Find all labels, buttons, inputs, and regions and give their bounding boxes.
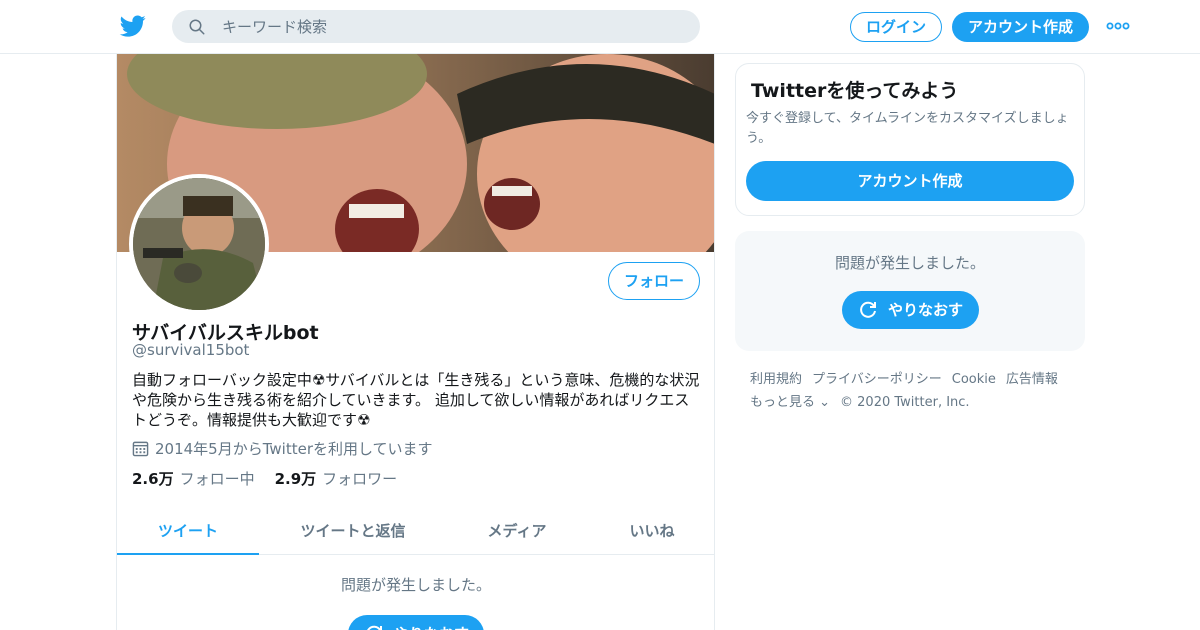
- join-date: 2014年5月からTwitterを利用しています: [132, 438, 433, 459]
- following-count: 2.6万: [132, 470, 174, 488]
- tab-tweets[interactable]: ツイート: [117, 508, 259, 555]
- login-button[interactable]: ログイン: [850, 12, 942, 42]
- profile-handle[interactable]: @survival15bot: [132, 341, 249, 359]
- tab-likes[interactable]: いいね: [597, 508, 707, 555]
- profile-bio: 自動フォローバック設定中☢サバイバルとは「生き残る」という意味、危機的な状況や危…: [132, 371, 700, 429]
- tab-tweets-and-replies[interactable]: ツイートと返信: [275, 508, 431, 555]
- signup-card: Twitterを使ってみよう 今すぐ登録して、タイムラインをカスタマイズしましょ…: [735, 63, 1085, 216]
- following-label: フォロー中: [179, 470, 255, 488]
- signup-card-description: 今すぐ登録して、タイムラインをカスタマイズしましょう。: [746, 111, 1069, 146]
- refresh-icon: [367, 625, 382, 630]
- followers-stat[interactable]: 2.9万 フォロワー: [275, 470, 398, 488]
- followers-label: フォロワー: [322, 470, 398, 488]
- profile-column: フォロー サバイバルスキルbot @survival15bot 自動フォローバッ…: [116, 54, 715, 630]
- footer-link-privacy[interactable]: プライバシーポリシー: [812, 372, 942, 387]
- profile-tabs: ツイート ツイートと返信 メディア いいね: [117, 508, 714, 555]
- signup-card-button[interactable]: アカウント作成: [746, 161, 1074, 201]
- footer-link-ads[interactable]: 広告情報: [1006, 372, 1058, 387]
- signup-button[interactable]: アカウント作成: [952, 12, 1089, 42]
- more-options-icon[interactable]: [1106, 16, 1130, 36]
- sidebar-retry-label: やりなおす: [888, 301, 964, 319]
- search-input[interactable]: [222, 10, 682, 43]
- profile-avatar[interactable]: [129, 174, 269, 314]
- top-navigation-bar: ログイン アカウント作成: [0, 0, 1200, 54]
- sidebar-retry-button[interactable]: やりなおす: [842, 291, 979, 329]
- following-stat[interactable]: 2.6万 フォロー中: [132, 470, 255, 488]
- timeline-retry-label: やりなおす: [394, 615, 469, 630]
- profile-stats: 2.6万 フォロー中 2.9万 フォロワー: [132, 468, 397, 489]
- signup-card-title: Twitterを使ってみよう: [751, 80, 959, 102]
- footer-links: 利用規約 プライバシーポリシー Cookie 広告情報もっと見る ⌄ © 2020 Tw…: [750, 368, 1080, 414]
- sidebar-error-message: 問題が発生しました。: [834, 254, 985, 272]
- join-date-text: 2014年5月からTwitterを利用しています: [155, 440, 433, 458]
- sidebar-error-card: 問題が発生しました。 やりなおす: [735, 231, 1085, 351]
- calendar-icon: [132, 441, 149, 457]
- footer-more-link[interactable]: もっと見る ⌄: [750, 395, 830, 410]
- tab-media[interactable]: メディア: [457, 508, 577, 555]
- avatar-image: [133, 178, 265, 310]
- follow-button[interactable]: フォロー: [608, 262, 700, 300]
- refresh-icon: [860, 301, 876, 318]
- footer-copyright: © 2020 Twitter, Inc.: [840, 395, 970, 410]
- search-box[interactable]: [172, 10, 700, 43]
- footer-link-cookie[interactable]: Cookie: [952, 372, 996, 387]
- twitter-bird-icon[interactable]: [119, 13, 147, 39]
- timeline-error-message: 問題が発生しました。: [340, 576, 491, 594]
- search-icon: [189, 19, 205, 35]
- followers-count: 2.9万: [274, 470, 317, 488]
- timeline-retry-button[interactable]: やりなおす: [348, 615, 484, 630]
- footer-link-terms[interactable]: 利用規約: [750, 372, 802, 387]
